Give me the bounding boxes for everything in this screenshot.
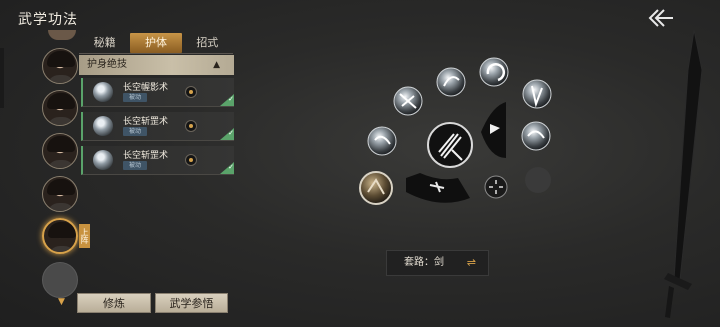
dodge-arc-icon[interactable] (481, 102, 506, 158)
skill-slot-top[interactable] (436, 67, 466, 97)
tab-divider (79, 53, 233, 54)
character-avatar-partial[interactable] (48, 30, 76, 40)
skill-icon (93, 150, 113, 170)
skill-name: 长空斩罡术 (123, 151, 169, 161)
sword-decoration-icon (664, 30, 703, 318)
skill-slot-right[interactable] (521, 121, 551, 151)
skill-row[interactable]: 长空斩罡术 被动 (81, 146, 234, 175)
passive-tag: 被动 (123, 93, 147, 102)
section-header[interactable]: 护身绝技 ▲ (79, 55, 234, 75)
skill-name: 长空幄影术 (123, 83, 169, 93)
tab-bar: 秘籍 护体 招式 (79, 33, 233, 53)
passive-tag: 被动 (123, 127, 147, 136)
skill-icon (93, 82, 113, 102)
chevron-down-icon[interactable]: ▼ (58, 297, 65, 307)
back-arrow-icon[interactable] (648, 8, 674, 28)
passive-tag: 被动 (123, 161, 147, 170)
character-avatar-active[interactable] (42, 218, 78, 254)
character-avatar[interactable] (42, 90, 78, 126)
page-title: 武学功法 (18, 12, 78, 28)
skill-slot-empty[interactable] (525, 167, 551, 193)
skill-level-icon (185, 120, 197, 132)
chevron-up-icon[interactable]: ▲ (213, 55, 220, 75)
tab-moves[interactable]: 招式 (182, 33, 233, 53)
skill-slot-top-left[interactable] (393, 86, 423, 116)
tab-secret-manual[interactable]: 秘籍 (79, 33, 130, 53)
skill-slot-bottom-left[interactable] (359, 171, 393, 205)
formation-selector[interactable]: 套路：剑 ⇌ (386, 250, 489, 276)
skill-slot-left[interactable] (367, 126, 397, 156)
skill-row[interactable]: 长空斩罡术 被动 (81, 112, 234, 141)
equipped-check-icon (220, 94, 234, 106)
swap-icon[interactable]: ⇌ (467, 251, 476, 275)
skill-slot-top-right[interactable] (479, 57, 509, 87)
skill-slot-right-top[interactable] (522, 79, 552, 109)
skill-level-icon (185, 86, 197, 98)
skill-level-icon (185, 154, 197, 166)
equipped-check-icon (220, 162, 234, 174)
character-avatar[interactable] (42, 48, 78, 84)
comprehend-button[interactable]: 武学参悟 (155, 293, 228, 313)
deployed-badge: 上阵 (79, 224, 90, 248)
move-arc-icon[interactable] (406, 173, 470, 203)
left-edge-handle (0, 48, 4, 108)
character-avatar[interactable] (42, 176, 78, 212)
formation-label: 套路：剑 (404, 257, 444, 268)
skill-row[interactable]: 长空幄影术 被动 (81, 78, 234, 107)
skill-icon (93, 116, 113, 136)
character-avatar[interactable] (42, 133, 78, 169)
section-title: 护身绝技 (87, 59, 127, 70)
equipped-check-icon (220, 128, 234, 140)
character-avatar-empty[interactable] (42, 262, 78, 298)
aim-crosshair-icon[interactable] (484, 175, 508, 199)
skill-wheel (359, 57, 552, 205)
practice-button[interactable]: 修炼 (77, 293, 151, 313)
skill-name: 长空斩罡术 (123, 117, 169, 127)
center-skill-button[interactable] (427, 122, 473, 168)
tab-protection[interactable]: 护体 (130, 33, 182, 53)
